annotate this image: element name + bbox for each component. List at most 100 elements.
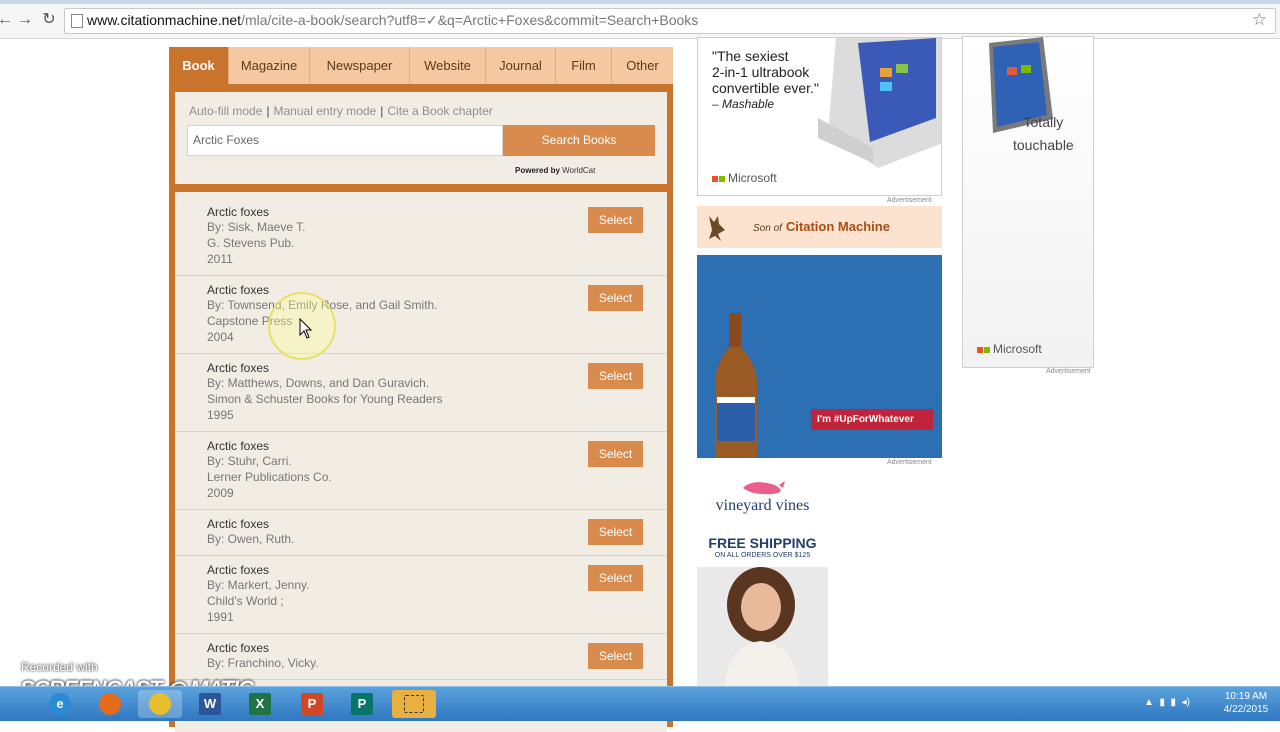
result-title: Arctic foxes (207, 517, 270, 531)
result-title: Arctic foxes (207, 439, 270, 453)
ie-icon[interactable]: e (38, 690, 82, 718)
back-arrow-icon[interactable]: ← (0, 11, 14, 29)
result-author: By: Franchino, Vicky. (207, 656, 319, 670)
system-tray[interactable]: ▲ ▮ ▮ ◂) (1144, 697, 1190, 708)
tab-other[interactable]: Other (612, 47, 673, 84)
mode-separator: | (266, 104, 270, 118)
auto-fill-mode-link[interactable]: Auto-fill mode (189, 104, 262, 118)
result-title: Arctic foxes (207, 563, 270, 577)
up-for-whatever-tag: I'm #UpForWhatever (811, 409, 933, 430)
microsoft-brand: Microsoft (728, 171, 777, 185)
result-year: 1995 (207, 408, 234, 422)
mouse-cursor-icon (299, 318, 313, 339)
manual-entry-mode-link[interactable]: Manual entry mode (274, 104, 377, 118)
url-text[interactable]: www.citationmachine.net/mla/cite-a-book/… (87, 12, 698, 29)
ad-tagline-line: Totally (1023, 114, 1064, 130)
cite-book-chapter-link[interactable]: Cite a Book chapter (387, 104, 492, 118)
vineyard-vines-brand: vineyard vines (715, 497, 810, 514)
search-results: Arctic foxes By: Sisk, Maeve T. G. Steve… (175, 192, 667, 732)
result-year: 2011 (207, 252, 233, 266)
result-year: 2004 (207, 330, 234, 344)
son-of-citation-machine-banner[interactable]: Son of Citation Machine (697, 206, 942, 248)
result-publisher: Lerner Publications Co. (207, 470, 332, 484)
ad-quote-line: 2-in-1 ultrabook (712, 64, 810, 80)
browser-toolbar: ← → ↻ www.citationmachine.net/mla/cite-a… (0, 4, 1280, 39)
son-of-label: Son of (753, 223, 782, 234)
chrome-icon[interactable] (138, 690, 182, 718)
tab-film[interactable]: Film (556, 47, 612, 84)
microsoft-logo: Microsoft (712, 171, 777, 185)
address-bar[interactable]: www.citationmachine.net/mla/cite-a-book/… (64, 8, 1276, 34)
result-author: By: Matthews, Downs, and Dan Guravich. (207, 376, 430, 390)
result-row: Arctic foxes By: Townsend, Emily Rose, a… (175, 276, 667, 354)
search-input[interactable]: Arctic Foxes (187, 125, 503, 156)
select-button[interactable]: Select (588, 363, 643, 389)
word-icon[interactable]: W (188, 690, 232, 718)
result-year: 2009 (207, 486, 234, 500)
vineyard-vines-ad[interactable]: vineyard vines FREE SHIPPING ON ALL ORDE… (697, 469, 828, 687)
select-button[interactable]: Select (588, 441, 643, 467)
result-author: By: Markert, Jenny. (207, 578, 310, 592)
citation-panel: Book Magazine Newspaper Website Journal … (169, 47, 673, 732)
taskbar-clock[interactable]: 10:19 AM 4/22/2015 (1218, 690, 1274, 716)
mode-links: Auto-fill mode | Manual entry mode | Cite a … (189, 104, 493, 118)
result-row: Arctic foxes By: Owen, Ruth. Select (175, 510, 667, 556)
citation-machine-label: Citation Machine (785, 219, 890, 234)
ad-quote-source: – Mashable (712, 97, 775, 111)
result-title: Arctic foxes (207, 641, 270, 655)
beer-bottle-image (715, 313, 757, 458)
firefox-icon[interactable] (88, 690, 132, 718)
bud-light-ad[interactable]: I'm #UpForWhatever (697, 255, 942, 458)
select-button[interactable]: Select (588, 207, 643, 233)
forward-arrow-icon[interactable]: → (16, 11, 34, 29)
powerpoint-icon[interactable]: P (290, 690, 334, 718)
page-icon (71, 14, 83, 28)
microsoft-brand: Microsoft (993, 342, 1042, 356)
publisher-icon[interactable]: P (340, 690, 384, 718)
search-section: Auto-fill mode | Manual entry mode | Cite a … (175, 92, 667, 184)
search-books-button[interactable]: Search Books (503, 125, 655, 156)
shipping-terms: ON ALL ORDERS OVER $125 (714, 552, 811, 559)
fox-logo-icon (709, 216, 725, 241)
result-author: By: Stuhr, Carri. (207, 454, 292, 468)
select-button[interactable]: Select (588, 643, 643, 669)
model-photo (697, 567, 828, 687)
snipping-icon[interactable] (392, 690, 436, 718)
advertisement-label: Advertisement (1046, 368, 1091, 375)
result-row: Arctic foxes By: Franchino, Vicky. Selec… (175, 634, 667, 680)
worldcat-logo: WorldCat (562, 166, 596, 175)
whale-logo-icon (743, 481, 785, 495)
ad-quote-line: convertible ever." (712, 80, 819, 96)
select-button[interactable]: Select (588, 519, 643, 545)
result-row: Arctic foxes By: Matthews, Downs, and Da… (175, 354, 667, 432)
tab-newspaper[interactable]: Newspaper (310, 47, 410, 84)
microsoft-laptop-ad[interactable]: "The sexiest 2-in-1 ultrabook convertibl… (697, 37, 942, 196)
recorded-with-text: Recorded with (21, 660, 98, 674)
reload-icon[interactable]: ↻ (40, 11, 58, 29)
mode-separator: | (380, 104, 384, 118)
source-type-tabs: Book Magazine Newspaper Website Journal … (169, 47, 673, 84)
result-publisher: G. Stevens Pub. (207, 236, 295, 250)
windows-taskbar: e W X P P ▲ ▮ ▮ ◂) 10:19 AM 4/22/2015 (0, 686, 1280, 721)
bookmark-star-icon[interactable]: ☆ (1252, 10, 1267, 30)
result-row: Arctic foxes By: Markert, Jenny. Child's… (175, 556, 667, 634)
tab-journal[interactable]: Journal (486, 47, 556, 84)
ad-tagline: Totally touchable (1013, 111, 1074, 157)
microsoft-tablet-ad[interactable]: Totally touchable Microsoft (962, 36, 1094, 368)
url-domain: www.citationmachine.net (87, 12, 242, 28)
tab-book[interactable]: Book (169, 47, 229, 84)
ad-quote: "The sexiest 2-in-1 ultrabook convertibl… (712, 48, 819, 112)
result-title: Arctic foxes (207, 205, 270, 219)
free-shipping-text: FREE SHIPPING (708, 535, 817, 551)
select-button[interactable]: Select (588, 285, 643, 311)
clock-time: 10:19 AM (1224, 691, 1268, 702)
tab-magazine[interactable]: Magazine (229, 47, 310, 84)
select-button[interactable]: Select (588, 565, 643, 591)
ad-tagline-line: touchable (1013, 137, 1074, 153)
tab-website[interactable]: Website (410, 47, 486, 84)
result-row: Arctic foxes By: Sisk, Maeve T. G. Steve… (175, 192, 667, 276)
excel-icon[interactable]: X (238, 690, 282, 718)
advertisement-label: Advertisement (887, 197, 932, 204)
result-row: Arctic foxes By: Stuhr, Carri. Lerner Pu… (175, 432, 667, 510)
son-of-text: Son of Citation Machine (753, 219, 890, 234)
